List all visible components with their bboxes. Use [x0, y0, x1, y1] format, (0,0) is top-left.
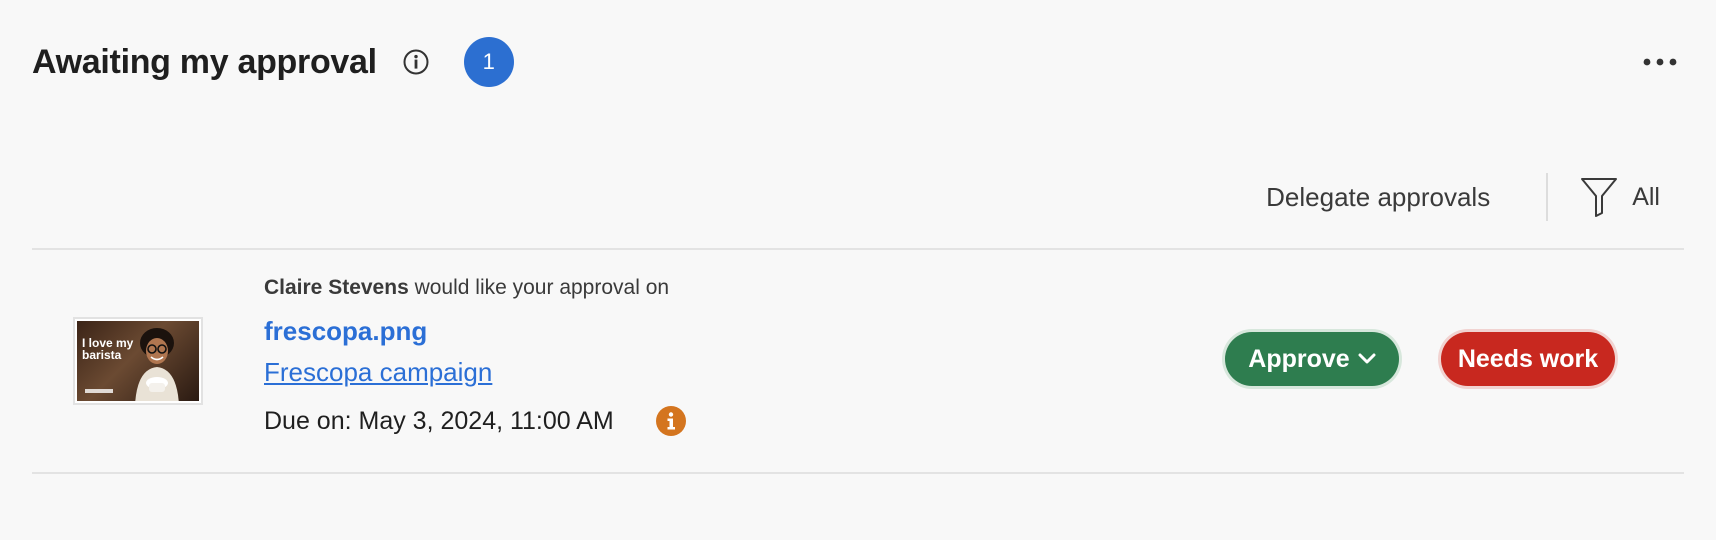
thumbnail-image: I love my barista — [77, 321, 199, 401]
panel-header: Awaiting my approval 1 — [32, 32, 514, 92]
count-badge: 1 — [463, 37, 514, 87]
campaign-link[interactable]: Frescopa campaign — [264, 357, 686, 388]
funnel-icon — [1581, 178, 1618, 217]
approvals-panel: Awaiting my approval 1 Delegate approval… — [0, 0, 1716, 540]
approval-item: I love my barista Claire Stevens would l… — [32, 250, 1684, 472]
file-link[interactable]: frescopa.png — [264, 316, 427, 347]
thumbnail-caption: I love my barista — [82, 336, 134, 362]
request-text: would like your approval on — [408, 276, 670, 299]
thumbnail-logo — [85, 389, 113, 393]
more-actions-icon[interactable] — [1638, 47, 1682, 77]
info-icon[interactable] — [401, 47, 431, 77]
due-date: Due on: May 3, 2024, 11:00 AM — [264, 406, 614, 435]
approve-label: Approve — [1248, 344, 1350, 373]
due-date-line: Due on: May 3, 2024, 11:00 AM — [264, 406, 686, 436]
delegate-approvals-button[interactable]: Delegate approvals — [1266, 176, 1490, 219]
asset-thumbnail[interactable]: I love my barista — [73, 317, 203, 405]
toolbar-divider — [1546, 173, 1549, 221]
requester-name: Claire Stevens — [264, 276, 409, 299]
request-line: Claire Stevens would like your approval … — [264, 276, 686, 300]
page-title: Awaiting my approval — [32, 42, 377, 81]
toolbar: Delegate approvals All — [1266, 170, 1660, 224]
due-info-icon[interactable] — [655, 406, 686, 436]
approve-button[interactable]: Approve — [1225, 332, 1399, 386]
filter-label: All — [1632, 182, 1660, 211]
filter-button[interactable]: All — [1580, 176, 1660, 218]
chevron-down-icon — [1358, 353, 1376, 364]
needs-work-button[interactable]: Needs work — [1441, 332, 1615, 386]
approval-details: Claire Stevens would like your approval … — [264, 276, 686, 436]
divider — [32, 472, 1684, 474]
